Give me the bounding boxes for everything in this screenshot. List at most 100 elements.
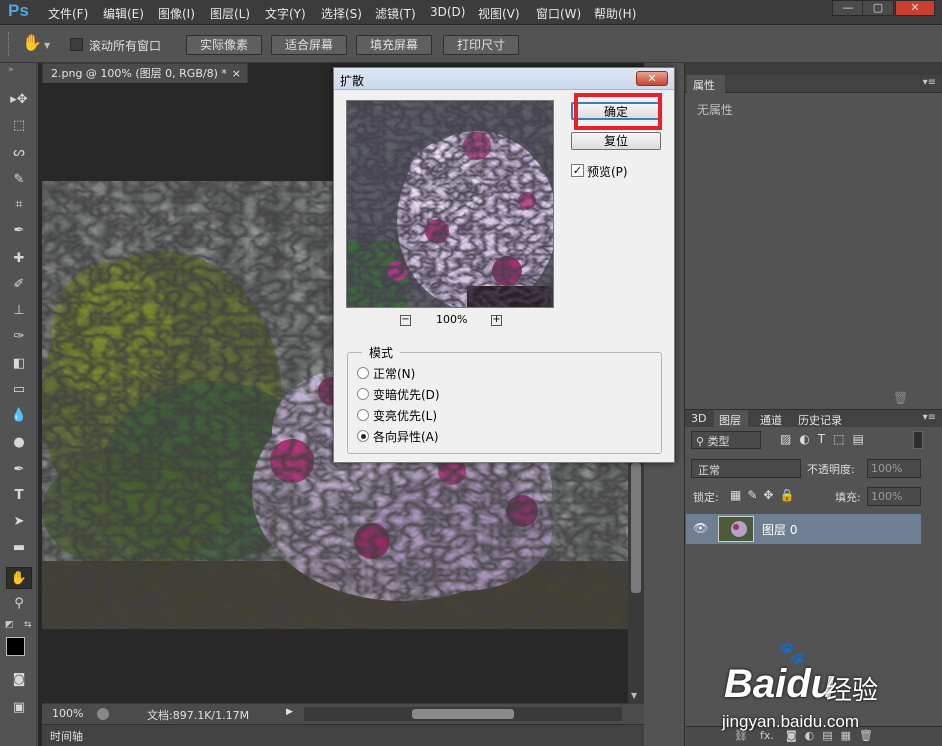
mode-anisotropic-label: 各向异性(A) [373, 430, 439, 444]
dodge-tool-icon[interactable]: ● [6, 432, 32, 454]
mode-lighten-radio[interactable] [357, 409, 369, 421]
zoom-level[interactable]: 100% [52, 707, 83, 720]
panel-dock-header [685, 63, 942, 75]
tab-3d[interactable]: 3D [691, 412, 706, 425]
mode-darken-label: 变暗优先(D) [373, 388, 440, 402]
hand-tool-icon[interactable]: ✋ [22, 33, 42, 52]
preview-label: 预览(P) [587, 165, 628, 179]
panel-menu-icon[interactable]: ▾≡ [923, 77, 936, 88]
status-menu-arrow-icon[interactable]: ▶ [286, 707, 293, 717]
grip-handle[interactable] [8, 32, 12, 56]
gradient-tool-icon[interactable]: ▭ [6, 379, 32, 401]
reset-button[interactable]: 复位 [571, 132, 661, 150]
eraser-tool-icon[interactable]: ◧ [6, 353, 32, 375]
menu-3d[interactable]: 3D(D) [430, 5, 465, 19]
mode-lighten-label: 变亮优先(L) [373, 409, 438, 423]
close-tab-icon[interactable]: × [232, 64, 241, 83]
mode-normal-radio[interactable] [357, 367, 369, 379]
type-tool-icon[interactable]: T [6, 485, 32, 507]
watermark-cn: 经验 [826, 675, 879, 705]
shape-tool-icon[interactable]: ▬ [6, 537, 32, 559]
visibility-eye-icon[interactable]: 👁 [693, 521, 708, 535]
clone-stamp-tool-icon[interactable]: ⊥ [6, 300, 32, 322]
fill-label: 填充: [835, 491, 861, 504]
maximize-button[interactable]: ▢ [862, 0, 894, 16]
brush-tool-icon[interactable]: ✐ [6, 274, 32, 296]
dialog-title: 扩散 [340, 74, 365, 88]
menu-help[interactable]: 帮助(H) [594, 5, 636, 22]
horizontal-scrollbar[interactable] [304, 707, 622, 721]
vertical-scroll-thumb[interactable] [631, 463, 641, 593]
zoom-out-button[interactable]: − [400, 315, 411, 326]
horizontal-scroll-thumb[interactable] [412, 709, 514, 719]
lock-icons[interactable]: ▦✎✥🔒 [730, 488, 800, 502]
fit-screen-button[interactable]: 适合屏幕 [271, 35, 347, 55]
zoom-in-button[interactable]: + [491, 315, 502, 326]
scroll-all-checkbox[interactable] [70, 38, 83, 51]
tool-preset-arrow-icon[interactable]: ▼ [44, 41, 50, 50]
menu-image[interactable]: 图像(I) [158, 5, 195, 22]
opacity-field[interactable]: 100% [867, 459, 921, 478]
foreground-color-swatch[interactable] [6, 637, 25, 656]
quick-select-tool-icon[interactable]: ✎ [6, 169, 32, 191]
minimize-button[interactable]: — [832, 0, 864, 16]
menu-filter[interactable]: 滤镜(T) [375, 5, 416, 22]
fill-screen-button[interactable]: 填充屏幕 [356, 35, 432, 55]
menu-layer[interactable]: 图层(L) [210, 5, 250, 22]
menu-type[interactable]: 文字(Y) [265, 5, 306, 22]
preview-checkbox[interactable]: ✓ [571, 164, 584, 177]
menu-window[interactable]: 窗口(W) [536, 5, 581, 22]
layers-panel-menu-icon[interactable]: ▾≡ [923, 412, 936, 423]
history-brush-tool-icon[interactable]: ✑ [6, 326, 32, 348]
filter-icons[interactable]: ▨◐T⬚▤ [780, 432, 872, 446]
menu-file[interactable]: 文件(F) [48, 5, 88, 22]
hand-tool-icon[interactable]: ✋ [6, 567, 32, 589]
search-icon: ⚲ [696, 435, 708, 448]
default-colors-icon[interactable]: ◩ [5, 620, 14, 630]
crop-tool-icon[interactable]: ⌗ [6, 194, 32, 216]
layer-name[interactable]: 图层 0 [762, 521, 797, 538]
blur-tool-icon[interactable]: 💧 [6, 405, 32, 427]
zoom-tool-icon[interactable]: ⚲ [6, 593, 32, 615]
lasso-tool-icon[interactable]: ᔕ [6, 142, 32, 164]
dialog-close-button[interactable]: ✕ [636, 71, 668, 86]
actual-pixels-button[interactable]: 实际像素 [186, 35, 262, 55]
dialog-titlebar[interactable]: 扩散 ✕ [334, 68, 674, 90]
menu-view[interactable]: 视图(V) [478, 5, 520, 22]
close-window-button[interactable]: ✕ [895, 0, 935, 16]
filter-kind-select[interactable]: ⚲ 类型 [691, 431, 761, 449]
layer-row[interactable]: 👁 图层 0 [686, 514, 921, 544]
path-select-tool-icon[interactable]: ➤ [6, 511, 32, 533]
print-size-button[interactable]: 打印尺寸 [443, 35, 519, 55]
swap-colors-icon[interactable]: ⇆ [24, 620, 32, 630]
mode-darken-radio[interactable] [357, 388, 369, 400]
eyedropper-tool-icon[interactable]: ✒ [6, 220, 32, 242]
menu-select[interactable]: 选择(S) [321, 5, 362, 22]
menu-edit[interactable]: 编辑(E) [103, 5, 144, 22]
collapse-toolbox-icon[interactable]: » [8, 65, 14, 75]
mode-normal-label: 正常(N) [373, 367, 416, 381]
filter-preview[interactable] [346, 100, 554, 308]
blend-mode-select[interactable]: 正常 [691, 459, 801, 478]
filter-toggle[interactable] [913, 431, 923, 449]
tab-layers[interactable]: 图层 [714, 410, 748, 428]
pen-tool-icon[interactable]: ✒ [6, 459, 32, 481]
marquee-tool-icon[interactable]: ⬚ [6, 115, 32, 137]
mode-anisotropic-radio[interactable] [357, 430, 369, 442]
fill-field[interactable]: 100% [867, 487, 921, 506]
baidu-watermark: 🐾 Baidu 经验 jingyan.baidu.com [722, 640, 942, 746]
quick-mask-icon[interactable]: ◙ [6, 669, 32, 691]
tab-channels[interactable]: 通道 [760, 412, 782, 428]
no-properties-text: 无属性 [697, 103, 734, 117]
document-tab[interactable]: 2.png @ 100% (图层 0, RGB/8) * × [42, 63, 248, 83]
status-info-icon[interactable] [97, 708, 109, 720]
tab-properties[interactable]: 属性 [687, 75, 725, 93]
trash-icon[interactable]: 🗑 [893, 391, 908, 405]
screen-mode-icon[interactable]: ▣ [6, 697, 32, 719]
move-tool-icon[interactable]: ▸✥ [6, 89, 32, 111]
scroll-down-arrow-icon[interactable]: ▼ [631, 691, 637, 700]
timeline-tab[interactable]: 时间轴 [50, 728, 83, 744]
properties-tabbar: 属性 ▾≡ [685, 75, 942, 93]
tab-history[interactable]: 历史记录 [798, 412, 842, 428]
healing-brush-tool-icon[interactable]: ✚ [6, 248, 32, 270]
